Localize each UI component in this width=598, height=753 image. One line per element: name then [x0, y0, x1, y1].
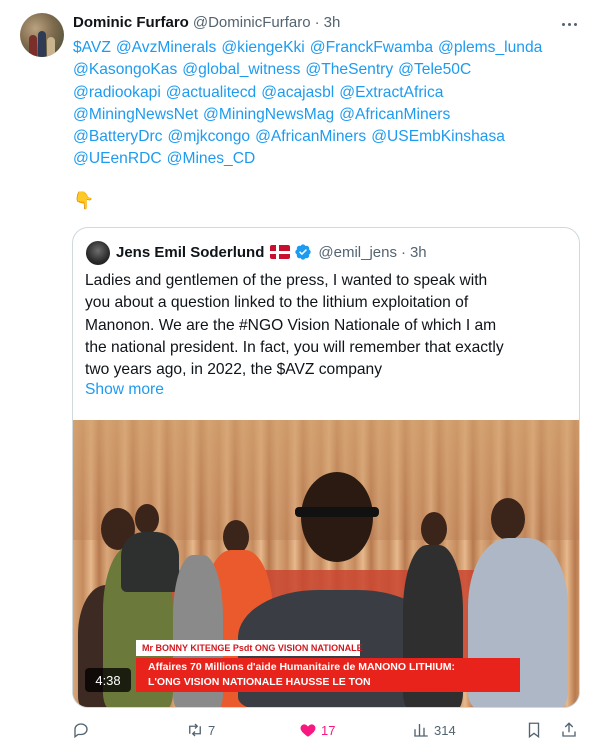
- views-button[interactable]: 314: [412, 718, 456, 742]
- quote-author-handle[interactable]: @emil_jens: [318, 244, 397, 261]
- heart-filled-icon: [300, 724, 316, 737]
- quote-text-line: Ladies and gentlemen of the press, I wan…: [85, 272, 488, 289]
- mention-link[interactable]: @mjkcongo: [167, 128, 250, 145]
- mention-link[interactable]: @radiookapi: [73, 84, 161, 101]
- like-count: 17: [321, 722, 336, 738]
- mention-link[interactable]: @UEenRDC: [73, 150, 162, 167]
- tweet-text-line: @KasongoKas @global_witness @TheSentry @Tel…: [73, 59, 583, 81]
- video-person: [121, 532, 179, 592]
- more-options-icon[interactable]: [558, 14, 580, 34]
- mention-link[interactable]: @plems_lunda: [438, 39, 542, 56]
- mention-link[interactable]: @actualitecd: [166, 84, 256, 101]
- like-button[interactable]: 17: [299, 718, 335, 742]
- quote-time[interactable]: 3h: [410, 244, 427, 261]
- views-chart-icon: [414, 724, 428, 737]
- mention-link[interactable]: @FranckFwamba: [310, 39, 433, 56]
- mention-link[interactable]: @KasongoKas: [73, 61, 177, 78]
- mention-link[interactable]: @acajasbl: [261, 84, 334, 101]
- mention-link[interactable]: @global_witness: [182, 61, 300, 78]
- video-duration: 4:38: [85, 668, 131, 692]
- quote-author-avatar[interactable]: [86, 241, 110, 265]
- retweet-icon: [189, 723, 201, 737]
- pointing-down-emoji: 👇: [73, 191, 95, 210]
- verified-badge-icon: [295, 244, 312, 260]
- retweet-button[interactable]: 7: [186, 718, 215, 742]
- author-name[interactable]: Dominic Furfaro: [73, 14, 189, 31]
- mention-link[interactable]: @AfricanMiners: [339, 106, 450, 123]
- share-icon: [562, 722, 576, 737]
- mention-link[interactable]: @kiengeKki: [221, 39, 304, 56]
- author-handle[interactable]: @DominicFurfaro: [193, 14, 311, 31]
- author-avatar[interactable]: [20, 13, 64, 57]
- tweet-text-line: @MiningNewsNet @MiningNewsMag @AfricanMine…: [73, 104, 583, 126]
- retweet-count: 7: [208, 722, 216, 738]
- quote-text: Ladies and gentlemen of the press, I wan…: [85, 270, 571, 381]
- video-person-head: [301, 472, 373, 562]
- video-person-head: [223, 520, 249, 554]
- video-person-head: [135, 504, 159, 534]
- mention-link[interactable]: @MiningNewsMag: [203, 106, 334, 123]
- action-bar: 7 17 314: [72, 718, 580, 742]
- views-count: 314: [434, 722, 456, 738]
- video-person: [295, 507, 379, 517]
- separator-dot: ·: [314, 14, 320, 31]
- quote-text-line: the national president. In fact, you wil…: [85, 338, 504, 356]
- video-headline-line-1: Affaires 70 Millions d'aide Humanitaire …: [148, 661, 456, 673]
- tweet-text-line: @BatteryDrc @mjkcongo @AfricanMiners @USEmb…: [73, 126, 583, 148]
- reply-button[interactable]: [72, 718, 94, 742]
- mention-link[interactable]: @AvzMinerals: [116, 39, 216, 56]
- quote-text-line: Manonon. We are the #NGO Vision National…: [85, 316, 497, 334]
- denmark-flag-icon: [270, 245, 291, 259]
- mention-link[interactable]: @MiningNewsNet: [73, 106, 198, 123]
- share-button[interactable]: [560, 718, 578, 742]
- video-person-head: [491, 498, 525, 540]
- mention-link[interactable]: @Mines_CD: [167, 150, 256, 167]
- bookmark-button[interactable]: [525, 718, 543, 742]
- tweet-header: Dominic Furfaro @DominicFurfaro · 3h: [73, 14, 340, 34]
- quoted-tweet[interactable]: Jens Emil Soderlund @emil_jens · 3h Ladi…: [72, 227, 580, 708]
- mention-link[interactable]: @ExtractAfrica: [339, 84, 443, 101]
- mention-link[interactable]: @BatteryDrc: [73, 128, 162, 145]
- tweet-text-line: @radiookapi @actualitecd @acajasbl @Extract…: [73, 82, 583, 104]
- quote-header: Jens Emil Soderlund @emil_jens · 3h: [116, 243, 427, 261]
- quote-separator-dot: ·: [400, 243, 406, 261]
- cashtag-link[interactable]: $AVZ: [73, 39, 111, 56]
- quote-text-line: two years ago, in 2022, the $AVZ company: [85, 361, 383, 379]
- video-headline: Affaires 70 Millions d'aide Humanitaire …: [136, 658, 520, 692]
- mention-link[interactable]: @Tele50C: [398, 61, 471, 78]
- reply-icon: [74, 723, 88, 739]
- video-headline-line-2: L'ONG VISION NATIONALE HAUSSE LE TON: [148, 676, 371, 688]
- quote-text-line: you about a question linked to the lithi…: [85, 294, 469, 312]
- show-more-link[interactable]: Show more: [85, 381, 164, 399]
- mention-link[interactable]: @USEmbKinshasa: [371, 128, 505, 145]
- video-lower-third-name: Mr BONNY KITENGE Psdt ONG VISION NATIONA…: [136, 640, 363, 656]
- tweet-text-line: @UEenRDC @Mines_CD: [73, 148, 583, 170]
- tweet-time[interactable]: 3h: [324, 14, 341, 31]
- video-person-head: [421, 512, 447, 546]
- quote-author-name[interactable]: Jens Emil Soderlund: [116, 244, 264, 261]
- mention-link[interactable]: @AfricanMiners: [255, 128, 366, 145]
- mention-link[interactable]: @TheSentry: [305, 61, 393, 78]
- tweet-text: $AVZ @AvzMinerals @kiengeKki @FranckFwamba @…: [73, 37, 583, 171]
- tweet-text-line: $AVZ @AvzMinerals @kiengeKki @FranckFwamba @…: [73, 37, 583, 59]
- bookmark-icon: [528, 722, 540, 739]
- video-player[interactable]: Mr BONNY KITENGE Psdt ONG VISION NATIONA…: [73, 420, 579, 707]
